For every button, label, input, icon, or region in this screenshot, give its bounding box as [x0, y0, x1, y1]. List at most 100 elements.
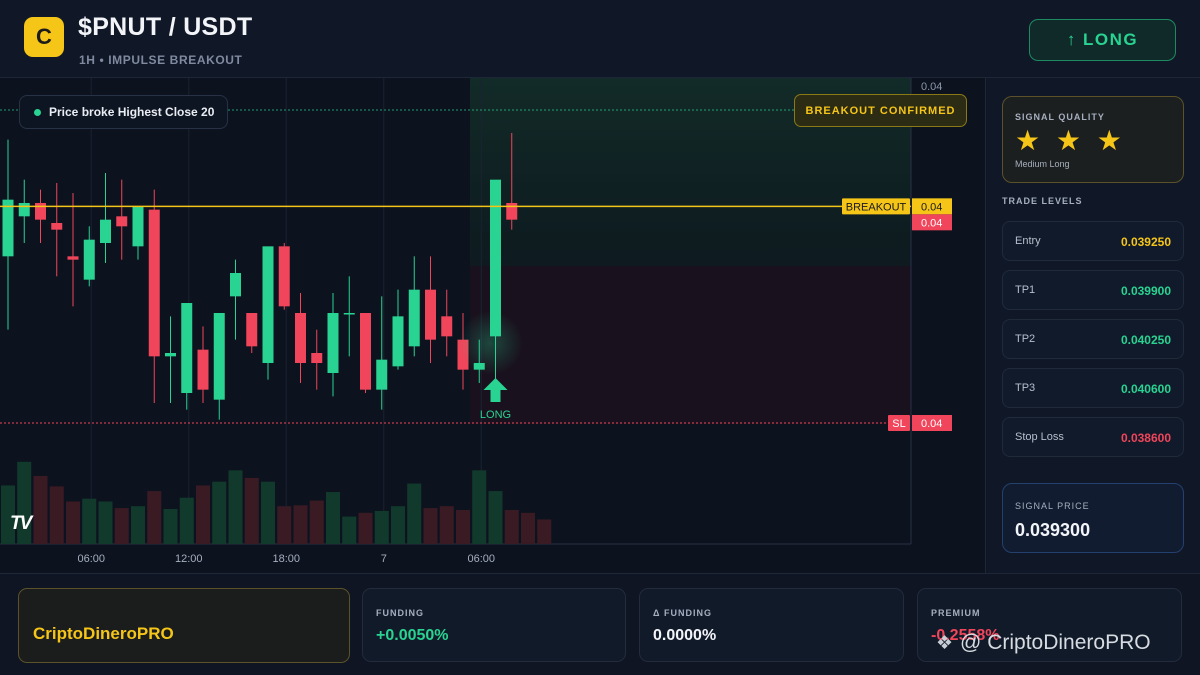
delta-funding-value: 0.0000% — [653, 627, 717, 644]
premium-title: PREMIUM — [931, 608, 981, 618]
volume-bar — [147, 491, 162, 544]
chart-panel[interactable]: LONG BREAKOUT SL 0.04 0.04 0.04 0.04 06:00 12:… — [0, 78, 986, 573]
volume-bar — [358, 512, 373, 544]
signal-price-title: SIGNAL PRICE — [1015, 501, 1090, 511]
brand-name: CriptoDineroPRO — [33, 624, 174, 643]
funding-value: +0.0050% — [376, 627, 449, 644]
volume-bar — [179, 497, 194, 544]
candle-body — [100, 219, 111, 243]
brand-card: CriptoDineroPRO — [18, 588, 350, 663]
volume-bar — [374, 510, 389, 544]
status-dot — [34, 108, 41, 116]
signal-quality-card: SIGNAL QUALITY ★ ★ ★ Medium Long — [1002, 96, 1184, 183]
candle-body — [408, 289, 420, 347]
candle-body — [441, 316, 453, 337]
signal-price-value: 0.039300 — [1015, 520, 1091, 540]
level-value: 0.039250 — [1120, 235, 1171, 249]
volume-bar — [293, 505, 308, 544]
time-axis-label: 06:00 — [77, 553, 105, 565]
time-axis-label: 06:00 — [467, 553, 495, 565]
candle-body — [18, 203, 30, 217]
candle-body — [51, 223, 63, 230]
tradingview-logo: TV — [10, 513, 32, 534]
candle-body — [506, 203, 518, 220]
status-pill-text: Price broke Highest Close 20 — [49, 105, 215, 119]
candle-body — [197, 349, 209, 390]
time-axis-label: 7 — [381, 553, 387, 565]
volume-bar — [131, 506, 145, 544]
signal-glow — [458, 311, 523, 375]
candle-body — [246, 313, 258, 347]
candle-body — [181, 303, 193, 393]
watermark: ❖ @ CriptoDineroPRO — [936, 631, 1151, 655]
candle-body — [213, 313, 225, 400]
volume-bar — [456, 510, 470, 544]
volume-bar — [49, 486, 64, 544]
level-value: 0.038600 — [1120, 431, 1171, 445]
candle-body — [83, 239, 95, 280]
volume-bar — [309, 500, 324, 544]
funding-card: FUNDING +0.0050% — [362, 588, 626, 662]
signal-quality-title: SIGNAL QUALITY — [1015, 112, 1105, 122]
volume-bar — [391, 506, 405, 544]
level-stop-loss: Stop Loss 0.038600 — [1002, 417, 1184, 457]
delta-funding-card: Δ FUNDING 0.0000% — [639, 588, 904, 662]
binance-icon: ❖ — [936, 632, 954, 654]
candle-body — [311, 353, 323, 363]
volume-bar — [472, 470, 487, 544]
candle-body — [116, 216, 128, 227]
candle-body — [278, 246, 290, 307]
candle-body — [148, 209, 160, 357]
price-axis-label: 0.04 — [921, 81, 942, 93]
level-tp1: TP1 0.039900 — [1002, 270, 1184, 310]
candle-body — [376, 359, 388, 390]
level-label: Entry — [1015, 235, 1041, 247]
chart-subtitle: 1H • IMPULSE BREAKOUT — [79, 53, 243, 67]
candle-body — [35, 203, 46, 220]
candlestick-chart[interactable]: LONG BREAKOUT SL 0.04 0.04 0.04 0.04 06:00 12:… — [0, 78, 986, 573]
candle-body — [295, 313, 306, 363]
volume-bar — [212, 481, 227, 544]
level-tp3: TP3 0.040600 — [1002, 368, 1184, 408]
level-label: TP1 — [1015, 284, 1036, 296]
candle-body — [360, 313, 371, 390]
time-axis-label: 18:00 — [272, 553, 300, 565]
candle-body — [343, 313, 355, 315]
candle-body — [67, 256, 79, 260]
level-value: 0.040600 — [1120, 382, 1171, 396]
sl-tag-text: SL — [892, 418, 905, 430]
price-axis-label: 0.04 — [921, 201, 942, 213]
candle-body — [392, 316, 404, 367]
signal-price-card: SIGNAL PRICE 0.039300 — [1002, 483, 1184, 553]
candle-body — [327, 313, 339, 373]
candle-body — [425, 289, 436, 340]
trade-levels-title: TRADE LEVELS — [1002, 196, 1083, 206]
candle-body — [2, 199, 14, 257]
volume-bar — [33, 476, 48, 544]
risk-zone — [470, 266, 911, 424]
header: C $PNUT / USDT 1H • IMPULSE BREAKOUT ↑ L… — [0, 0, 1200, 78]
candles: LONG — [2, 133, 523, 421]
status-pill: Price broke Highest Close 20 — [19, 95, 229, 129]
volume-bar — [537, 519, 552, 544]
sidebar: SIGNAL QUALITY ★ ★ ★ Medium Long TRADE L… — [987, 78, 1200, 573]
level-value: 0.039900 — [1120, 284, 1171, 298]
volume-bar — [423, 508, 438, 544]
level-entry: Entry 0.039250 — [1002, 221, 1184, 261]
volume-bar — [521, 512, 535, 544]
candle-body — [165, 353, 176, 357]
volume-bar — [114, 508, 129, 544]
volume-bar — [82, 498, 97, 544]
volume-bar — [326, 492, 340, 544]
funding-title: FUNDING — [376, 608, 424, 618]
level-tp2: TP2 0.040250 — [1002, 319, 1184, 359]
volume-bar — [244, 477, 259, 544]
price-axis-label: 0.04 — [921, 217, 942, 229]
coin-logo: C — [24, 17, 64, 57]
volume-bar — [66, 501, 80, 544]
long-signal-button[interactable]: ↑ LONG — [1029, 19, 1176, 61]
level-value: 0.040250 — [1120, 333, 1171, 347]
level-label: TP2 — [1015, 333, 1036, 345]
time-axis-label: 12:00 — [175, 553, 203, 565]
volume-bar — [98, 501, 113, 544]
